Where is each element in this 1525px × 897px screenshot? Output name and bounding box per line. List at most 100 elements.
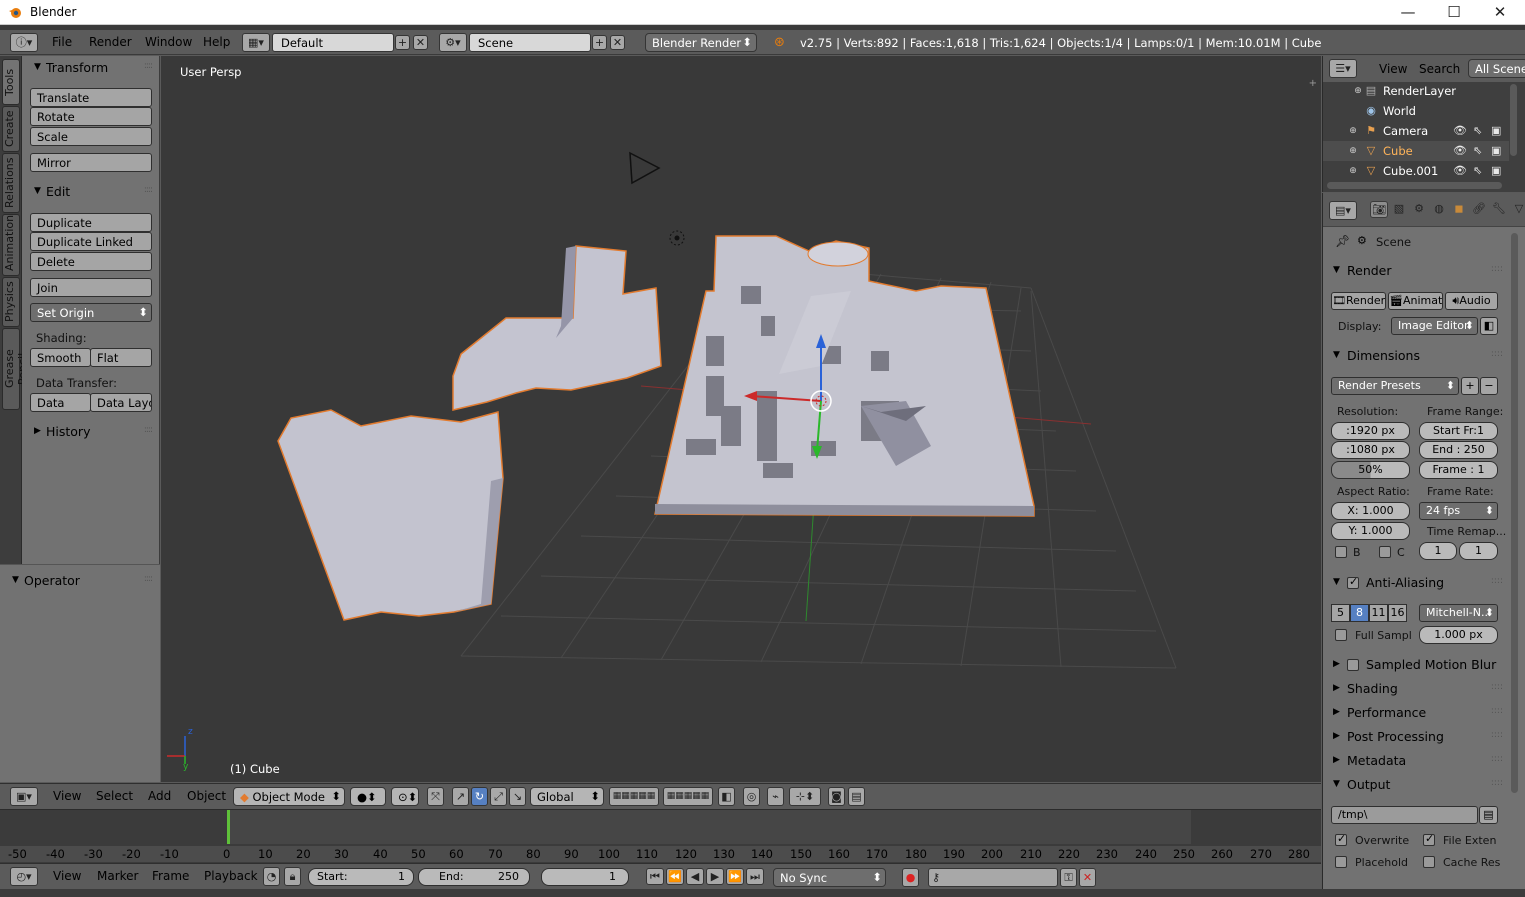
aspect-y-field[interactable]: Y: 1.000 [1331,522,1410,540]
play-reverse-icon[interactable]: ◀ [686,868,704,885]
outliner-v-scrollbar[interactable] [1510,84,1517,156]
add-region-icon[interactable]: + [1309,78,1317,89]
tab-animation[interactable]: Animation [2,214,20,276]
cursor-select-icon[interactable]: ⇖ [1473,144,1482,157]
editor-type-timeline-icon[interactable]: ◴▾ [10,867,38,886]
aa-samples-8[interactable]: 8 [1350,604,1369,622]
expand-icon[interactable]: ⊕ [1352,85,1364,97]
add-layout-icon[interactable]: + [395,35,410,50]
play-icon[interactable]: ▶ [706,868,724,885]
performance-panel-header[interactable]: ▶ Performance:::: [1329,703,1503,723]
scale-button[interactable]: Scale [30,127,152,146]
render-presets-dropdown[interactable]: Render Presets ⬍ [1331,377,1459,395]
resolution-x-field[interactable]: :1920 px [1331,422,1410,440]
panel-grip-icon[interactable]: :::: [144,425,153,435]
editor-type-outliner-icon[interactable]: ☰▾ [1329,59,1357,78]
opengl-anim-icon[interactable]: ▤ [848,787,865,806]
editor-type-info-icon[interactable]: ⓘ▾ [10,33,38,52]
start-frame-field[interactable]: Start: 1 [308,868,414,886]
menu-object[interactable]: Object [187,789,226,803]
editor-type-properties-icon[interactable]: ▤▾ [1329,201,1357,220]
outliner-row-camera[interactable]: ⊕ ⚑ Camera 👁︎ ⇖ ▣ [1323,121,1509,141]
remove-scene-icon[interactable]: ✕ [610,35,625,50]
proportional-edit-icon[interactable]: ◎ [743,787,760,806]
world-context-icon[interactable]: ◍ [1430,201,1448,218]
output-path-field[interactable]: /tmp\ [1331,806,1478,824]
menu-playback[interactable]: Playback [204,869,258,883]
operator-panel-header[interactable]: ▼ Operator:::: [0,571,160,591]
tab-relations[interactable]: Relations [2,153,20,213]
outliner-row-cube-001[interactable]: ⊕ ▽ Cube.001 👁︎ ⇖ ▣ [1323,161,1509,181]
tab-tools[interactable]: Tools [2,59,20,105]
menu-add[interactable]: Add [148,789,171,803]
border-checkbox[interactable] [1335,546,1347,558]
lock-layers-icon[interactable]: ◧ [718,787,735,806]
tab-physics[interactable]: Physics [2,277,20,327]
dimensions-panel-header[interactable]: ▼ Dimensions:::: [1329,346,1503,366]
render-toggle-icon[interactable]: ▣ [1491,144,1501,157]
translate-button[interactable]: Translate [30,88,152,107]
opengl-render-icon[interactable]: ◙ [828,787,845,806]
jump-keyframe-back-icon[interactable]: ⏪ [666,868,684,885]
scene-layers-2-icon[interactable]: ▦▦▦▦▦ [663,787,713,806]
panel-grip-icon[interactable]: :::: [1491,349,1503,359]
outliner-menu-search[interactable]: Search [1419,62,1460,76]
expand-icon[interactable]: ⊕ [1347,125,1359,137]
flat-button[interactable]: Flat [90,348,152,367]
object-context-icon[interactable]: ◼ [1450,201,1468,218]
menu-file[interactable]: File [52,35,72,49]
smooth-button[interactable]: Smooth [30,348,91,367]
set-origin-dropdown[interactable]: Set Origin ⬍ [30,303,152,322]
eye-icon[interactable]: 👁︎ [1453,164,1467,177]
cursor-select-icon[interactable]: ⇖ [1473,164,1482,177]
overwrite-checkbox[interactable] [1335,832,1347,846]
panel-grip-icon[interactable]: :::: [144,185,153,195]
menu-help[interactable]: Help [203,35,230,49]
duplicate-button[interactable]: Duplicate [30,213,152,232]
transform-orientation-dropdown[interactable]: Global ⬍ [530,787,604,806]
output-panel-header[interactable]: ▼ Output:::: [1329,775,1503,795]
menu-render[interactable]: Render [89,35,132,49]
file-browser-icon[interactable]: ▤ [1479,806,1498,824]
audio-button[interactable]: 🔊︎Audio [1445,292,1498,310]
jump-start-icon[interactable]: ⏮ [646,868,664,885]
panel-grip-icon[interactable]: :::: [1491,576,1503,586]
aa-samples-11[interactable]: 11 [1369,604,1388,622]
keying-set-field[interactable]: ⚷ [928,868,1058,887]
panel-grip-icon[interactable]: :::: [144,574,153,584]
pin-icon[interactable]: 📌︎ [1335,234,1350,248]
display-dropdown[interactable]: Image Editor ⬍ [1391,317,1478,335]
scale-manipulator-icon[interactable]: ⤢ [490,787,507,806]
scene-context-icon[interactable]: ⚙ [1410,201,1428,218]
post-processing-panel-header[interactable]: ▶ Post Processing:::: [1329,727,1503,747]
outliner-h-scrollbar[interactable] [1327,182,1502,189]
extra-manipulator-icon[interactable]: ↘ [509,787,526,806]
display-mode-dropdown[interactable]: All Scenes [1468,59,1525,78]
join-button[interactable]: Join [30,278,152,297]
menu-window[interactable]: Window [145,35,192,49]
timeline-area[interactable] [0,810,1321,844]
add-scene-icon[interactable]: + [592,35,607,50]
jump-keyframe-forward-icon[interactable]: ⏩ [726,868,744,885]
panel-grip-icon[interactable]: :::: [1491,264,1503,274]
data-transfer-button[interactable]: Data [30,393,91,412]
tab-grease-pencil[interactable]: Grease Pencil [2,328,29,410]
current-frame-cursor[interactable] [227,810,230,844]
shading-panel-header[interactable]: ▶ Shading:::: [1329,679,1503,699]
menu-view[interactable]: View [53,789,81,803]
time-remap-old-field[interactable]: 1 [1419,542,1457,560]
scene-field[interactable]: Scene [469,33,591,52]
duplicate-linked-button[interactable]: Duplicate Linked [30,232,152,251]
outliner-row-world[interactable]: ◉ World [1323,101,1509,121]
snap-toggle-icon[interactable]: ⌁ [767,787,784,806]
panel-grip-icon[interactable]: :::: [1491,706,1503,716]
expand-icon[interactable]: ⊕ [1347,165,1359,177]
motion-blur-panel-header[interactable]: ▶ Sampled Motion Blur [1329,655,1503,675]
constraints-context-icon[interactable]: 🔗︎ [1470,201,1488,218]
maximize-button[interactable]: ☐ [1431,0,1477,25]
anti-aliasing-panel-header[interactable]: ▼ Anti-Aliasing:::: [1329,573,1503,593]
full-sample-checkbox[interactable] [1335,629,1347,641]
record-icon[interactable]: ● [902,868,919,887]
delete-button[interactable]: Delete [30,252,152,271]
close-button[interactable]: ✕ [1477,0,1523,25]
